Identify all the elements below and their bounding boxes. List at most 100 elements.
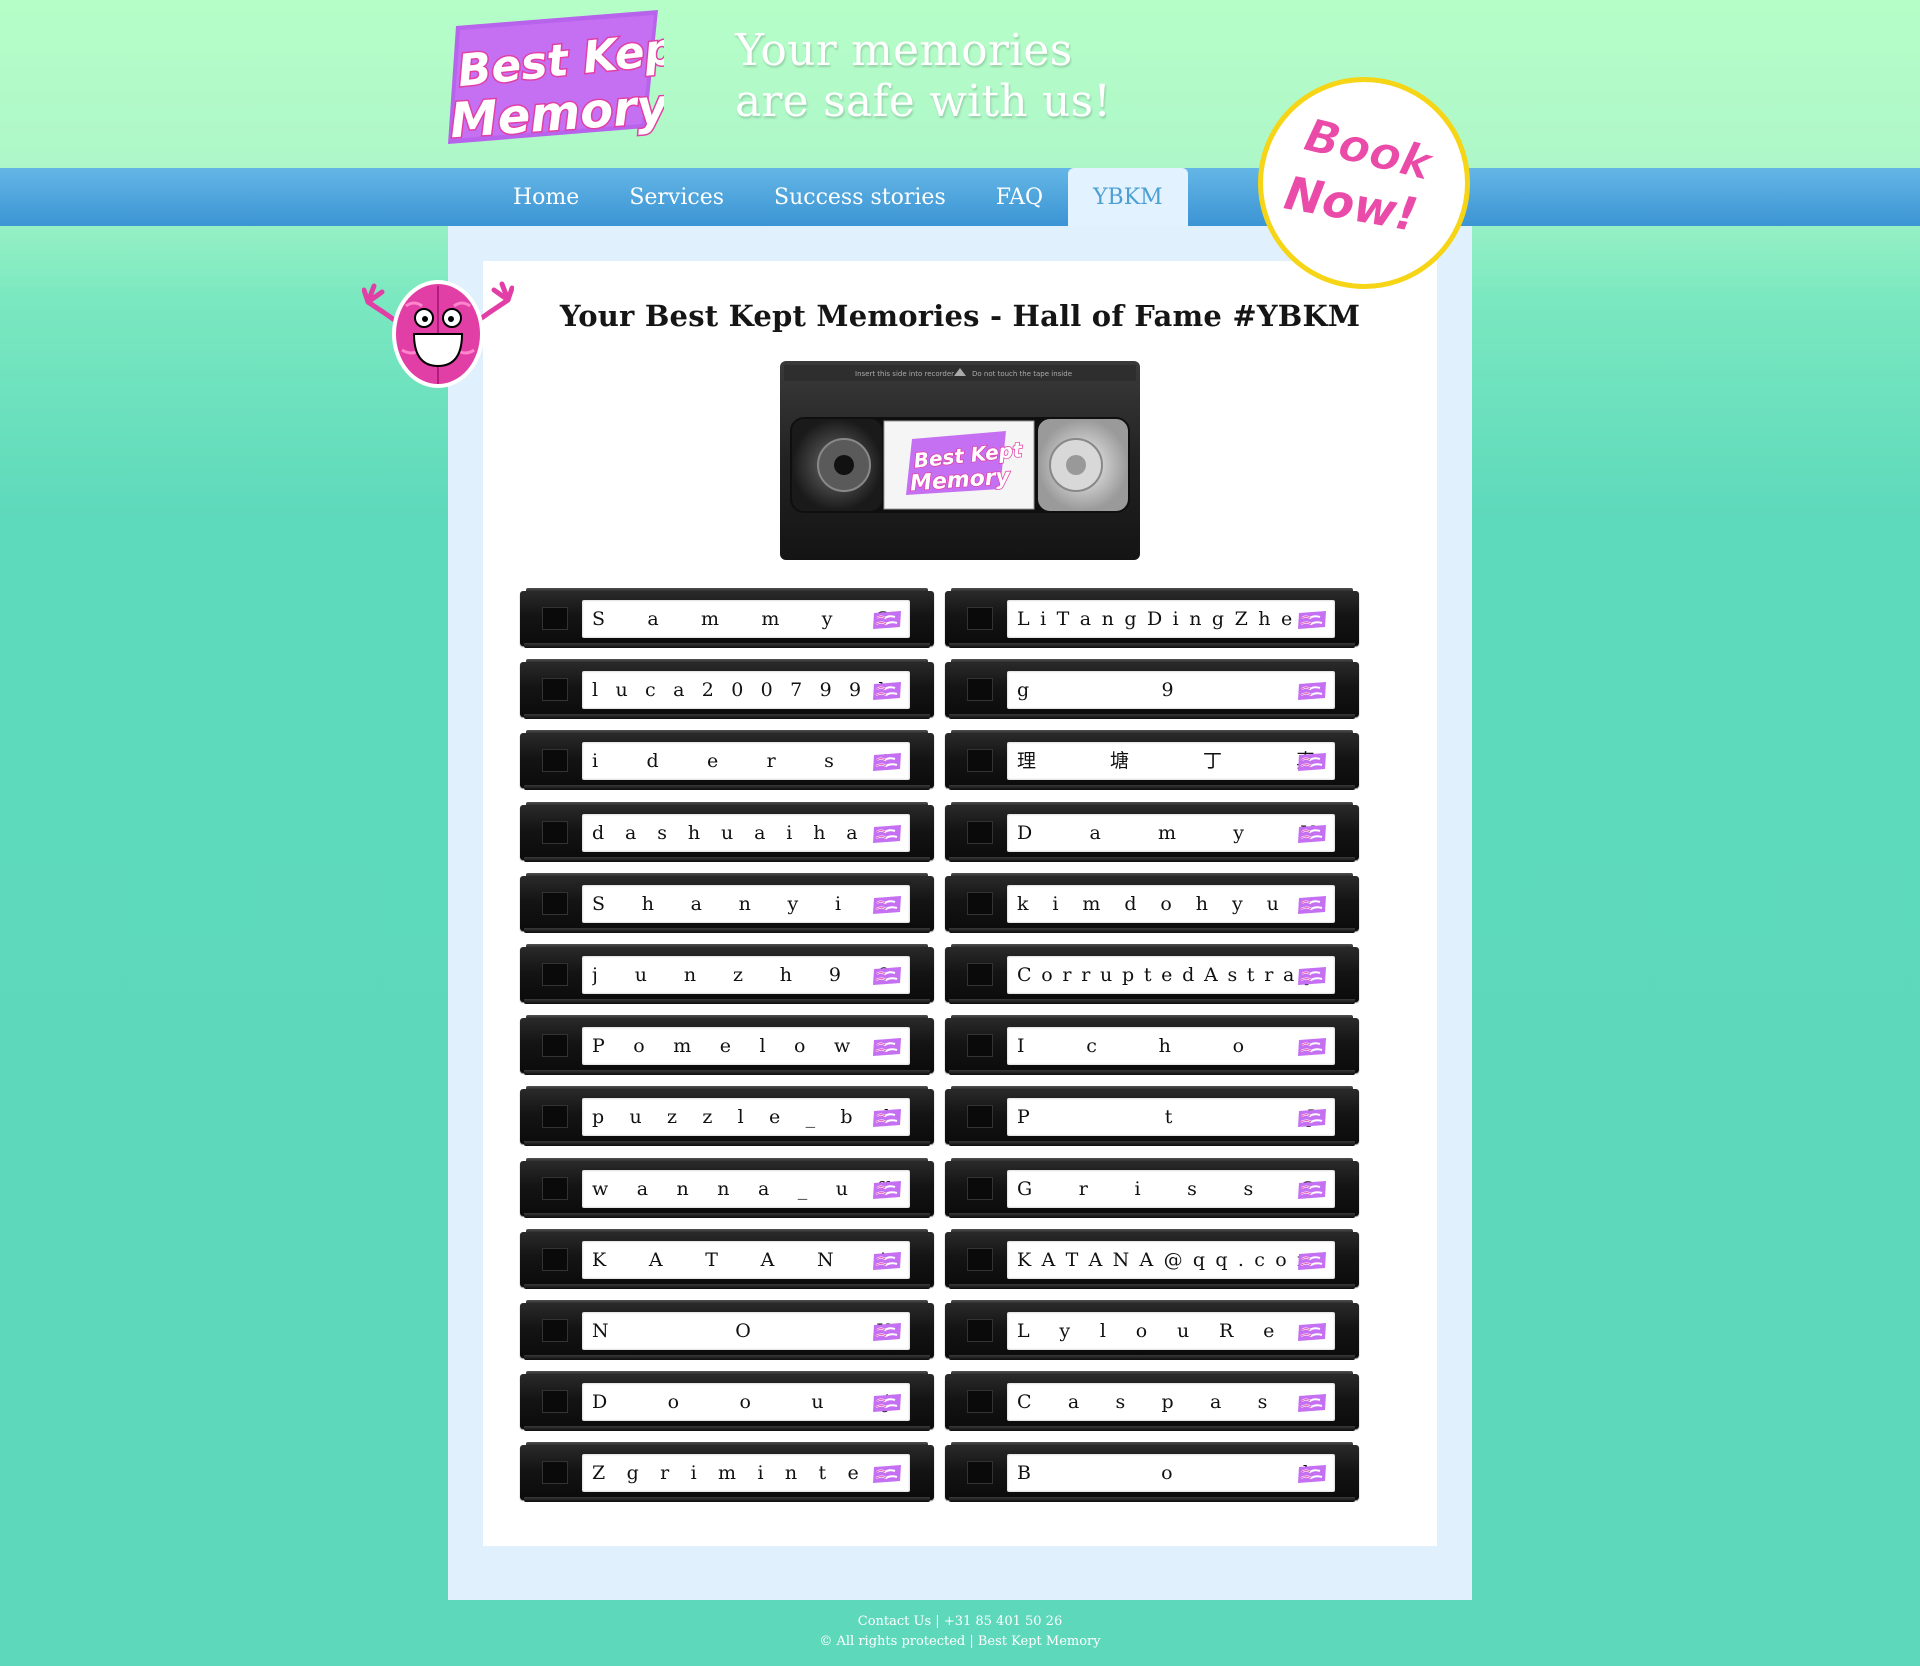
brain-mascot-icon [362, 280, 514, 392]
tape-name-letter: t [1246, 964, 1255, 986]
tape-name-letter: b [840, 1106, 853, 1129]
tape-notch [967, 607, 993, 630]
vhs-tape-entry[interactable]: 理塘丁真 [945, 730, 1359, 791]
vhs-tape-entry[interactable]: Zgrimintes [520, 1442, 934, 1503]
vhs-tape-entry[interactable]: Doouj [520, 1371, 934, 1432]
mini-logo-icon [872, 1251, 902, 1271]
nav-item-success-stories[interactable]: Success stories [749, 168, 971, 226]
tape-name-letter: a [1210, 1391, 1222, 1414]
tape-name: 理塘丁真 [1017, 742, 1315, 780]
tape-label: Doouj [582, 1383, 910, 1422]
content-panel: Your Best Kept Memories - Hall of Fame #… [448, 226, 1472, 1600]
vhs-tape-entry[interactable]: Caspase [945, 1371, 1359, 1432]
mini-logo-icon [872, 1180, 902, 1200]
vhs-tape-entry[interactable]: g9r [945, 659, 1359, 720]
nav-item-services[interactable]: Services [604, 168, 749, 226]
vhs-tape-entry[interactable]: puzzle_bd [520, 1086, 934, 1147]
tape-rim-bottom [949, 1426, 1355, 1432]
vhs-tape-entry[interactable]: luca200799k [520, 659, 934, 720]
vhs-tape-entry[interactable]: NOY [520, 1300, 934, 1360]
tape-name-letter: 0 [731, 679, 744, 702]
nav-item-faq[interactable]: FAQ [971, 168, 1068, 226]
vhs-tape-entry[interactable]: kimdohyun [945, 872, 1359, 933]
vhs-tape-entry[interactable]: SammyG [520, 588, 934, 648]
vhs-tape-entry[interactable]: KATANA@qq.com [945, 1228, 1359, 1289]
tape-name-letter: i [592, 750, 599, 773]
tape-name: CorruptedAstray [1017, 956, 1315, 994]
contact-us-link[interactable]: Contact Us [858, 1614, 931, 1629]
tape-label: Zgrimintes [582, 1454, 910, 1493]
tape-notch [542, 1105, 568, 1129]
mini-logo-icon [1297, 752, 1327, 772]
vhs-tape-entry[interactable]: Bob [945, 1442, 1359, 1503]
vhs-tape-entry[interactable]: junzh99 [520, 944, 934, 1004]
mini-logo-icon [1297, 1464, 1327, 1484]
tape-name-letter: i [1052, 892, 1059, 915]
tape-name: kimdohyun [1017, 885, 1315, 923]
tape-name-letter: e [769, 1106, 781, 1129]
tape-rim-bottom [949, 1283, 1355, 1289]
vhs-tape-entry[interactable]: LiTangDingZhen [945, 588, 1359, 648]
vhs-tape-entry[interactable]: KATANA [520, 1228, 934, 1289]
site-logo[interactable]: Best Kept Memory [446, 8, 664, 148]
tape-rim-bottom [524, 1283, 930, 1289]
tape-name-letter: e [847, 1462, 859, 1485]
tape-name-letter: p [1161, 1391, 1174, 1414]
tape-name-letter: a [846, 821, 858, 844]
tape-notch [967, 1176, 993, 1200]
tape-name-letter: K [592, 1248, 607, 1271]
tape-name-letter: h [687, 821, 701, 844]
vhs-tape-entry[interactable]: Ichor [945, 1015, 1359, 1076]
tape-name-letter: o [1161, 1462, 1173, 1485]
mini-logo-icon [1297, 1108, 1327, 1128]
nav-item-home[interactable]: Home [488, 168, 604, 226]
tape-name-letter: Z [592, 1462, 606, 1485]
tape-name-letter: n [717, 1177, 730, 1200]
tape-name-letter: i [1172, 608, 1179, 630]
vhs-tape-entry[interactable]: wanna_uff [520, 1157, 934, 1218]
tape-name-letter: n [738, 892, 751, 915]
tape-name-letter: e [1263, 1320, 1275, 1342]
tape-rim-bottom [949, 1212, 1355, 1218]
tape-rim-bottom [949, 999, 1355, 1004]
tape-label: wanna_uff [582, 1169, 910, 1208]
vhs-tape-entry[interactable]: PtJ [945, 1086, 1359, 1147]
tape-name-letter: a [673, 679, 685, 702]
tape-label: GrissG [1007, 1169, 1335, 1208]
tape-name-letter: A [648, 1248, 663, 1271]
content-card: Your Best Kept Memories - Hall of Fame #… [483, 261, 1437, 1546]
tape-name-letter: t [818, 1462, 827, 1485]
tape-notch [967, 1319, 993, 1342]
vhs-tape-entry[interactable]: DamyV [945, 801, 1359, 862]
vhs-tape-entry[interactable]: dashuaihao [520, 801, 934, 862]
tape-name: iderst [592, 742, 890, 780]
tape-name-letter: d [1182, 964, 1195, 986]
tape-name-letter: C [1017, 1391, 1032, 1414]
tape-name-letter: u [634, 964, 647, 986]
tape-name-letter: N [1112, 1248, 1130, 1271]
nav-menu: Home Services Success stories FAQ YBKM [488, 168, 1188, 226]
tape-name-letter: n [683, 964, 697, 986]
vhs-tape-entry[interactable]: Pomelowe [520, 1015, 934, 1076]
tape-name-letter: n [1189, 608, 1202, 630]
tape-name-letter: q [1215, 1248, 1228, 1271]
tape-name-letter: r [1078, 1177, 1088, 1200]
nav-item-ybkm[interactable]: YBKM [1068, 168, 1188, 226]
tape-name-letter: B [1017, 1462, 1031, 1485]
tape-name-letter: a [647, 608, 659, 630]
book-now-button[interactable]: Book Now! [1258, 77, 1470, 289]
tape-notch [542, 1034, 568, 1058]
tape-name-letter: s [1227, 964, 1238, 986]
vhs-tape-entry[interactable]: GrissG [945, 1157, 1359, 1218]
vhs-tape-entry[interactable]: CorruptedAstray [945, 944, 1359, 1004]
tape-name-letter: u [835, 1177, 848, 1200]
vhs-tape-entry[interactable]: iderst [520, 730, 934, 791]
tape-name-letter: g [626, 1462, 639, 1485]
tape-name-letter: T [705, 1248, 718, 1271]
tape-name-letter: 9 [849, 679, 862, 702]
vhs-tape-entry[interactable]: Shanyin [520, 872, 934, 933]
tape-name-letter: k [1017, 892, 1029, 915]
tape-rim-bottom [524, 643, 930, 648]
tape-name: LylouRev [1017, 1312, 1315, 1350]
vhs-tape-entry[interactable]: LylouRev [945, 1300, 1359, 1360]
